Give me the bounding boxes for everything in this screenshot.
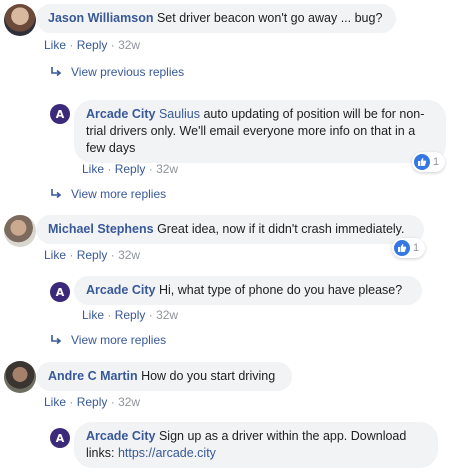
comment-author[interactable]: Andre C Martin: [48, 369, 138, 383]
thumbs-up-icon: [414, 154, 430, 170]
download-link[interactable]: https://arcade.city: [118, 446, 216, 460]
comment-actions: Like · Reply · 32w: [44, 38, 140, 52]
reply-bubble: Arcade City Hi, what type of phone do yo…: [74, 276, 422, 305]
separator: ·: [69, 395, 74, 409]
view-more-replies-label[interactable]: View more replies: [71, 187, 166, 201]
comment-text: Great idea, now if it didn't crash immed…: [157, 222, 405, 236]
avatar[interactable]: A: [50, 428, 70, 448]
like-link[interactable]: Like: [82, 308, 104, 322]
arcade-city-logo-icon: A: [55, 107, 65, 121]
comment-actions: Like · Reply · 32w: [44, 248, 140, 262]
comment-author[interactable]: Jason Williamson: [48, 11, 153, 25]
mention-link[interactable]: Saulius: [159, 107, 200, 121]
reply-link[interactable]: Reply: [115, 308, 146, 322]
separator: ·: [148, 308, 153, 322]
like-link[interactable]: Like: [44, 38, 66, 52]
comment-bubble: Jason Williamson Set driver beacon won't…: [36, 4, 396, 33]
avatar[interactable]: [4, 4, 36, 36]
view-more-replies-label[interactable]: View more replies: [71, 333, 166, 347]
separator: ·: [148, 162, 153, 176]
avatar[interactable]: [4, 215, 36, 247]
timestamp[interactable]: 32w: [118, 248, 140, 262]
thumbs-up-icon: [394, 240, 410, 256]
reply-author[interactable]: Arcade City: [86, 107, 155, 121]
timestamp[interactable]: 32w: [156, 162, 178, 176]
comment-actions: Like · Reply · 32w: [44, 395, 140, 409]
reply-actions: Like · Reply · 32w: [82, 308, 178, 322]
view-more-replies[interactable]: View more replies: [50, 187, 166, 201]
like-link[interactable]: Like: [44, 248, 66, 262]
comment-text: How do you start driving: [141, 369, 276, 383]
reaction-count: 1: [433, 156, 440, 168]
reply-arrow-icon: [51, 189, 62, 199]
arcade-city-logo-icon: A: [55, 285, 65, 299]
separator: ·: [107, 162, 112, 176]
separator: ·: [69, 38, 74, 52]
reply-text-line2-prefix: links:: [86, 446, 118, 460]
reply-text-line1: Sign up as a driver within the app. Down…: [158, 429, 407, 443]
separator: ·: [110, 395, 115, 409]
reply-text-line1: auto updating of position will be for no…: [199, 107, 425, 121]
reply-actions: Like · Reply · 32w: [82, 162, 178, 176]
reply-link[interactable]: Reply: [77, 38, 108, 52]
timestamp[interactable]: 32w: [156, 308, 178, 322]
separator: ·: [110, 248, 115, 262]
separator: ·: [110, 38, 115, 52]
avatar[interactable]: A: [50, 282, 70, 302]
like-link[interactable]: Like: [44, 395, 66, 409]
reply-bubble: Arcade City Sign up as a driver within t…: [74, 422, 438, 468]
reply-link[interactable]: Reply: [77, 395, 108, 409]
comment-text: Set driver beacon won't go away ... bug?: [156, 11, 383, 25]
reply-link[interactable]: Reply: [115, 162, 146, 176]
comment-bubble: Michael Stephens Great idea, now if it d…: [36, 215, 424, 244]
like-link[interactable]: Like: [82, 162, 104, 176]
reaction-badge[interactable]: 1: [412, 152, 446, 172]
separator: ·: [107, 308, 112, 322]
avatar[interactable]: A: [50, 104, 70, 124]
reply-author[interactable]: Arcade City: [86, 283, 155, 297]
reaction-count: 1: [413, 242, 420, 254]
view-more-replies[interactable]: View more replies: [50, 333, 166, 347]
timestamp[interactable]: 32w: [118, 38, 140, 52]
reply-text: Hi, what type of phone do you have pleas…: [158, 283, 403, 297]
avatar[interactable]: [4, 361, 36, 393]
reply-text-line3: few days: [86, 141, 136, 155]
reply-link[interactable]: Reply: [77, 248, 108, 262]
arcade-city-logo-icon: A: [55, 431, 65, 445]
comment-author[interactable]: Michael Stephens: [48, 222, 154, 236]
timestamp[interactable]: 32w: [118, 395, 140, 409]
view-previous-replies-label[interactable]: View previous replies: [71, 65, 184, 79]
reply-text-line2: trial drivers only. We'll email everyone…: [86, 124, 416, 138]
reply-bubble: Arcade City Saulius auto updating of pos…: [74, 100, 446, 163]
reply-arrow-icon: [51, 67, 62, 77]
reply-arrow-icon: [51, 335, 62, 345]
separator: ·: [69, 248, 74, 262]
view-previous-replies[interactable]: View previous replies: [50, 65, 184, 79]
comment-bubble: Andre C Martin How do you start driving: [36, 362, 292, 391]
reply-author[interactable]: Arcade City: [86, 429, 155, 443]
reaction-badge[interactable]: 1: [392, 238, 426, 258]
